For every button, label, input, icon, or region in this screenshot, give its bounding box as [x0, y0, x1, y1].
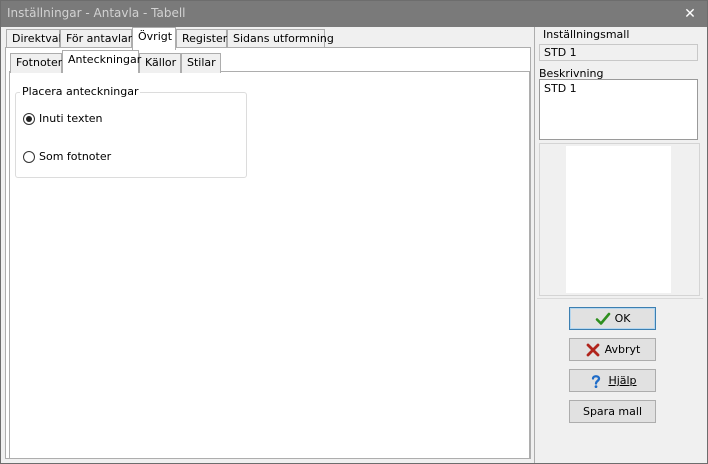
tab-for-antavlan[interactable]: För antavlan: [60, 29, 135, 49]
radio-som-fotnoter[interactable]: Som fotnoter: [23, 150, 111, 163]
tab-kallor[interactable]: Källor: [139, 53, 181, 73]
tab-register[interactable]: Register: [176, 29, 227, 49]
save-template-button[interactable]: Spara mall: [569, 400, 656, 423]
tab-label: Anteckningar: [68, 53, 142, 66]
tab-label: För antavlan: [66, 32, 135, 45]
window-title: Inställningar - Antavla - Tabell: [7, 6, 186, 20]
ok-button[interactable]: OK: [569, 307, 656, 330]
save-template-label: Spara mall: [582, 405, 643, 418]
radio-label: Som fotnoter: [39, 150, 112, 163]
description-textarea[interactable]: STD 1: [539, 79, 698, 140]
tab-direktval[interactable]: Direktval: [6, 29, 62, 49]
title-bar: Inställningar - Antavla - Tabell ✕: [1, 1, 707, 27]
placement-groupbox: Placera anteckningar Inuti texten Som fo…: [15, 86, 247, 178]
tab-sidans-utformning[interactable]: Sidans utformning: [227, 29, 334, 49]
radio-dot: [26, 115, 32, 122]
help-label: Hjälp: [608, 374, 637, 387]
tab-label: Sidans utformning: [233, 32, 334, 45]
ok-label: OK: [614, 312, 631, 325]
tab-ovrigt[interactable]: Övrigt: [132, 27, 176, 50]
tab-label: Direktval: [12, 32, 62, 45]
tab-label: Fotnoter: [16, 56, 63, 69]
tab-label: Stilar: [187, 56, 216, 69]
divider: [537, 298, 703, 299]
tab-label: Register: [182, 32, 228, 45]
radio-inuti-texten[interactable]: Inuti texten: [23, 112, 103, 125]
tab-label: Källor: [145, 56, 177, 69]
tab-label: Övrigt: [138, 30, 173, 43]
help-button[interactable]: Hjälp: [569, 369, 656, 392]
cancel-label: Avbryt: [604, 343, 641, 356]
check-icon: [595, 311, 611, 327]
groupbox-title: Placera anteckningar: [20, 85, 141, 98]
x-icon: [585, 342, 601, 358]
settings-window: Inställningar - Antavla - Tabell ✕ Direk…: [0, 0, 708, 464]
radio-unselected-icon[interactable]: [23, 150, 35, 163]
radio-selected-icon[interactable]: [23, 112, 35, 125]
preview-area: [566, 146, 671, 293]
tab-fotnoter[interactable]: Fotnoter: [10, 53, 62, 73]
close-icon[interactable]: ✕: [673, 1, 707, 27]
template-label: Inställningsmall: [543, 28, 630, 41]
template-field: STD 1: [539, 44, 698, 61]
tab-anteckningar[interactable]: Anteckningar: [62, 50, 142, 73]
cancel-button[interactable]: Avbryt: [569, 338, 656, 361]
question-icon: [588, 373, 604, 389]
radio-label: Inuti texten: [39, 112, 103, 125]
tab-stilar[interactable]: Stilar: [181, 53, 221, 73]
